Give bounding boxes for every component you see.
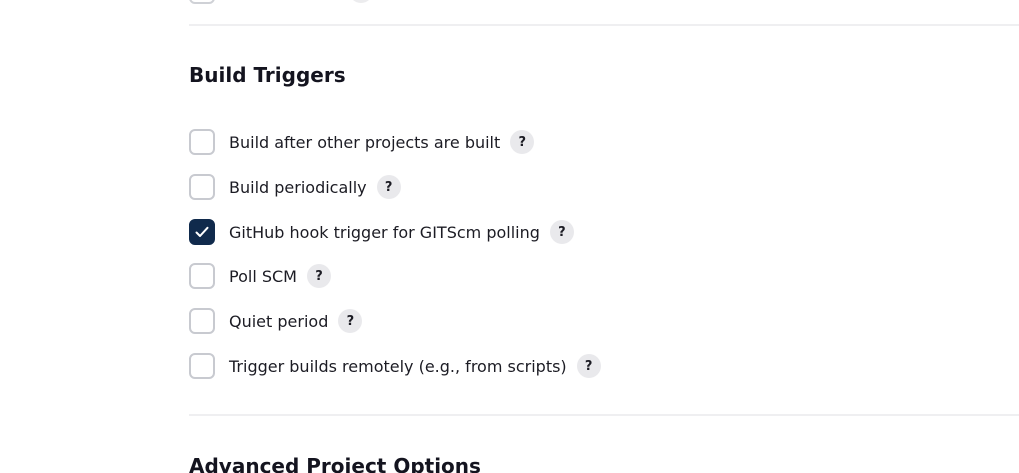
previous-option-checkbox[interactable]	[189, 0, 215, 4]
help-icon[interactable]: ?	[549, 220, 574, 244]
trigger-option-poll-scm[interactable]: Poll SCM ?	[189, 263, 331, 289]
previous-option-help-icon[interactable]	[349, 0, 373, 3]
quiet-period-label[interactable]: Quiet period	[229, 312, 328, 331]
poll-scm-label[interactable]: Poll SCM	[229, 267, 297, 286]
help-icon[interactable]: ?	[576, 354, 601, 378]
help-icon[interactable]: ?	[510, 130, 535, 154]
build-triggers-heading: Build Triggers	[189, 63, 346, 87]
advanced-project-options-heading: Advanced Project Options	[189, 454, 481, 473]
help-icon[interactable]: ?	[376, 175, 401, 199]
trigger-builds-remotely-checkbox[interactable]	[189, 353, 215, 379]
build-periodically-checkbox[interactable]	[189, 174, 215, 200]
job-config-page: Build Triggers Build after other project…	[0, 0, 1019, 473]
checkmark-icon	[195, 226, 209, 237]
poll-scm-checkbox[interactable]	[189, 263, 215, 289]
trigger-option-quiet-period[interactable]: Quiet period ?	[189, 308, 363, 334]
github-hook-label[interactable]: GitHub hook trigger for GITScm polling	[229, 223, 540, 242]
trigger-option-build-periodically[interactable]: Build periodically ?	[189, 174, 401, 200]
trigger-option-build-after-other-projects[interactable]: Build after other projects are built ?	[189, 129, 535, 155]
help-icon[interactable]: ?	[306, 264, 331, 288]
build-after-other-projects-label[interactable]: Build after other projects are built	[229, 133, 500, 152]
trigger-builds-remotely-label[interactable]: Trigger builds remotely (e.g., from scri…	[229, 357, 567, 376]
section-divider	[189, 414, 1019, 416]
build-after-other-projects-checkbox[interactable]	[189, 129, 215, 155]
github-hook-checkbox[interactable]	[189, 219, 215, 245]
quiet-period-checkbox[interactable]	[189, 308, 215, 334]
help-icon[interactable]: ?	[338, 309, 363, 333]
build-periodically-label[interactable]: Build periodically	[229, 178, 367, 197]
trigger-option-github-hook[interactable]: GitHub hook trigger for GITScm polling ?	[189, 219, 574, 245]
trigger-option-trigger-builds-remotely[interactable]: Trigger builds remotely (e.g., from scri…	[189, 353, 601, 379]
section-divider	[189, 24, 1019, 26]
